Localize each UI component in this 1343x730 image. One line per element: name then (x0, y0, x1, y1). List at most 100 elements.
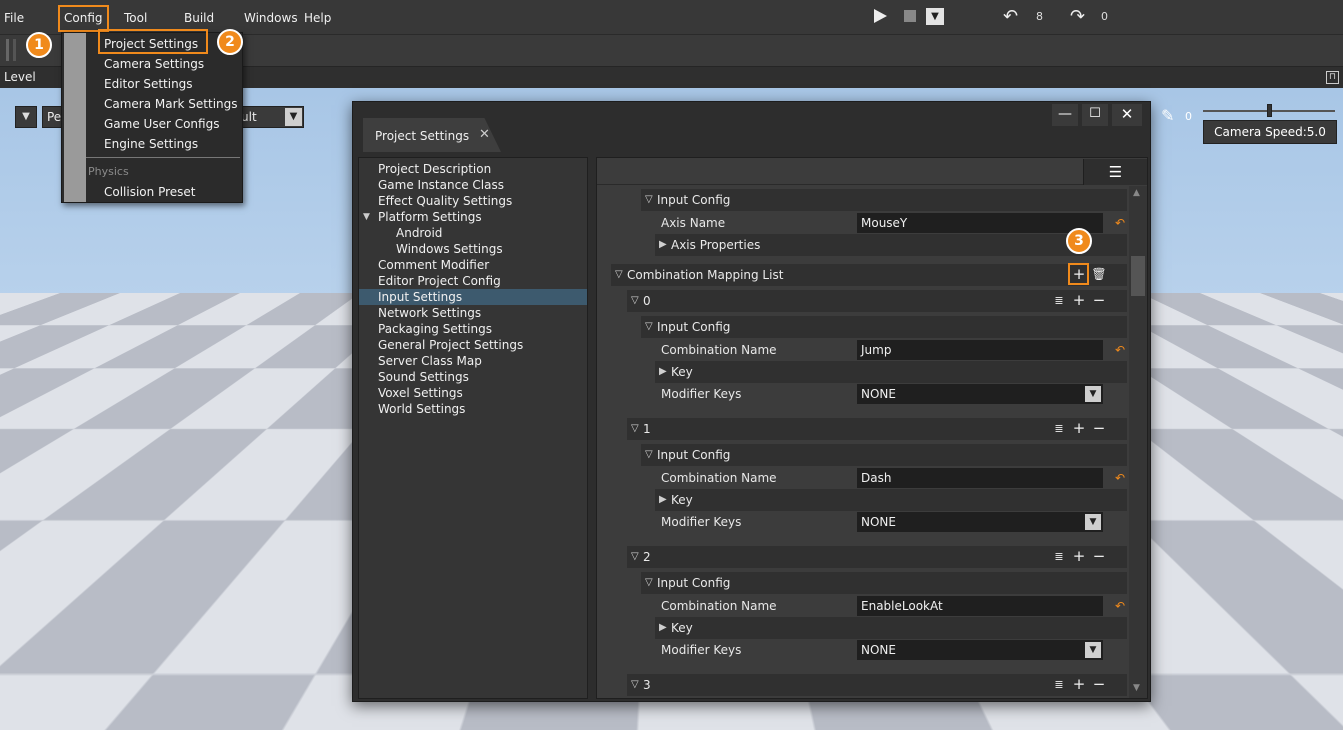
tree-item[interactable]: Sound Settings (359, 369, 587, 385)
key-row[interactable]: ▶ Key (655, 617, 1127, 639)
entry-input-config-header[interactable]: ▽ Input Config (641, 444, 1127, 466)
scrollbar[interactable]: ▲ ▼ (1129, 186, 1147, 698)
entry-header-3[interactable]: ▽ 3 ≣ + − (627, 674, 1127, 696)
tree-item[interactable]: Comment Modifier (359, 257, 587, 273)
tree-item[interactable]: Editor Project Config (359, 273, 587, 289)
tree-item[interactable]: ▼ Platform Settings (359, 209, 587, 225)
modifier-keys-value: NONE (861, 387, 896, 401)
undo-icon[interactable]: ↶ (1003, 6, 1018, 27)
tree-item-label: Sound Settings (378, 370, 469, 384)
input-config-label: Input Config (657, 576, 731, 590)
menu-tool[interactable]: Tool (124, 11, 147, 25)
remove-icon[interactable]: − (1091, 293, 1107, 309)
step-badge-2: 2 (217, 29, 243, 55)
chevron-down-icon: ▼ (1085, 386, 1101, 402)
remove-icon[interactable]: − (1091, 549, 1107, 565)
tree-item[interactable]: Android (359, 225, 587, 241)
entry-header-0[interactable]: ▽ 0 ≣ + − (627, 290, 1127, 312)
trash-icon[interactable]: 🗑 (1091, 267, 1107, 283)
list-view-icon[interactable]: ☰ (1083, 159, 1147, 185)
remove-icon[interactable]: − (1091, 677, 1107, 693)
tree-item[interactable]: Server Class Map (359, 353, 587, 369)
stop-icon[interactable] (904, 10, 916, 22)
tree-item[interactable]: Project Description (359, 161, 587, 177)
key-row[interactable]: ▶ Key (655, 489, 1127, 511)
reset-icon[interactable]: ↶ (1115, 599, 1125, 613)
reset-icon[interactable]: ↶ (1115, 343, 1125, 357)
scroll-down-icon[interactable]: ▼ (1133, 683, 1140, 693)
combination-name-input[interactable]: Jump (857, 340, 1103, 360)
combination-name-input[interactable]: Dash (857, 468, 1103, 488)
entry-input-config-header[interactable]: ▽ Input Config (641, 572, 1127, 594)
pin-icon[interactable]: ⊓ (1326, 71, 1339, 84)
entry-header-1[interactable]: ▽ 1 ≣ + − (627, 418, 1127, 440)
viewport-menu-icon[interactable]: ▼ (15, 106, 37, 128)
menu-help[interactable]: Help (304, 11, 331, 25)
reset-icon[interactable]: ↶ (1115, 471, 1125, 485)
play-icon[interactable] (874, 9, 887, 23)
axis-name-input[interactable]: MouseY (857, 213, 1103, 233)
axis-properties-row[interactable]: ▶ Axis Properties (655, 234, 1127, 256)
scroll-thumb[interactable] (1131, 256, 1145, 296)
menu-item-editor-settings[interactable]: Editor Settings (104, 77, 193, 91)
insert-icon[interactable]: ≣ (1051, 293, 1067, 309)
entry-input-config-header[interactable]: ▽ Input Config (641, 316, 1127, 338)
insert-icon[interactable]: ≣ (1051, 677, 1067, 693)
tree-item-label: Project Description (378, 162, 492, 176)
menu-item-engine-settings[interactable]: Engine Settings (104, 137, 198, 151)
modifier-keys-label: Modifier Keys (661, 515, 742, 529)
entry-header-2[interactable]: ▽ 2 ≣ + − (627, 546, 1127, 568)
tree-item[interactable]: Game Instance Class (359, 177, 587, 193)
slider-handle[interactable] (1267, 104, 1272, 117)
menu-item-camera-mark-settings[interactable]: Camera Mark Settings (104, 97, 238, 111)
remove-icon[interactable]: − (1091, 421, 1107, 437)
tree-item[interactable]: Packaging Settings (359, 321, 587, 337)
insert-icon[interactable]: ≣ (1051, 421, 1067, 437)
key-label: Key (671, 621, 693, 635)
scroll-up-icon[interactable]: ▲ (1133, 188, 1140, 198)
tree-item[interactable]: Input Settings (359, 289, 587, 305)
menu-item-game-user-configs[interactable]: Game User Configs (104, 117, 219, 131)
insert-icon[interactable]: ≣ (1051, 549, 1067, 565)
close-icon[interactable]: ✕ (1112, 104, 1142, 126)
tree-item[interactable]: World Settings (359, 401, 587, 417)
modifier-keys-select[interactable]: NONE ▼ (857, 640, 1103, 660)
lighting-dropdown[interactable]: ult ▼ (240, 106, 304, 128)
input-config-label: Input Config (657, 448, 731, 462)
tree-item[interactable]: Network Settings (359, 305, 587, 321)
reset-icon[interactable]: ↶ (1115, 216, 1125, 230)
key-row[interactable]: ▶ Key (655, 361, 1127, 383)
combination-list-header[interactable]: ▽ Combination Mapping List + 🗑 (611, 264, 1127, 286)
key-label: Key (671, 365, 693, 379)
menu-build[interactable]: Build (184, 11, 214, 25)
add-icon[interactable]: + (1071, 293, 1087, 309)
menu-file[interactable]: File (4, 11, 24, 25)
modifier-keys-select[interactable]: NONE ▼ (857, 512, 1103, 532)
menu-item-collision-preset[interactable]: Collision Preset (104, 185, 196, 199)
undo-count: 8 (1036, 10, 1043, 23)
combination-name-input[interactable]: EnableLookAt (857, 596, 1103, 616)
tree-item[interactable]: Voxel Settings (359, 385, 587, 401)
camera-brush-icon[interactable]: ✎ (1161, 106, 1174, 125)
add-icon[interactable]: + (1071, 677, 1087, 693)
tab-project-settings[interactable]: Project Settings ✕ (363, 118, 501, 152)
input-config-header[interactable]: ▽ Input Config (641, 189, 1127, 211)
maximize-icon[interactable]: ☐ (1082, 104, 1108, 126)
tree-item[interactable]: Windows Settings (359, 241, 587, 257)
add-icon[interactable]: + (1071, 421, 1087, 437)
speed-value: 0 (1185, 110, 1192, 123)
menu-item-camera-settings[interactable]: Camera Settings (104, 57, 204, 71)
tree-item[interactable]: Effect Quality Settings (359, 193, 587, 209)
menu-windows[interactable]: Windows (244, 11, 298, 25)
tree-item[interactable]: General Project Settings (359, 337, 587, 353)
menu-divider (86, 157, 240, 158)
tab-close-icon[interactable]: ✕ (479, 127, 490, 142)
config-highlight-box (58, 5, 109, 32)
add-icon[interactable]: + (1071, 549, 1087, 565)
modifier-keys-select[interactable]: NONE ▼ (857, 384, 1103, 404)
minimize-icon[interactable]: — (1052, 104, 1078, 126)
expand-arrow-icon[interactable]: ▼ (363, 209, 370, 225)
config-dropdown-menu: Project Settings Camera Settings Editor … (61, 32, 243, 203)
redo-icon[interactable]: ↷ (1070, 6, 1085, 27)
play-options-dropdown-icon[interactable]: ▼ (926, 8, 944, 25)
